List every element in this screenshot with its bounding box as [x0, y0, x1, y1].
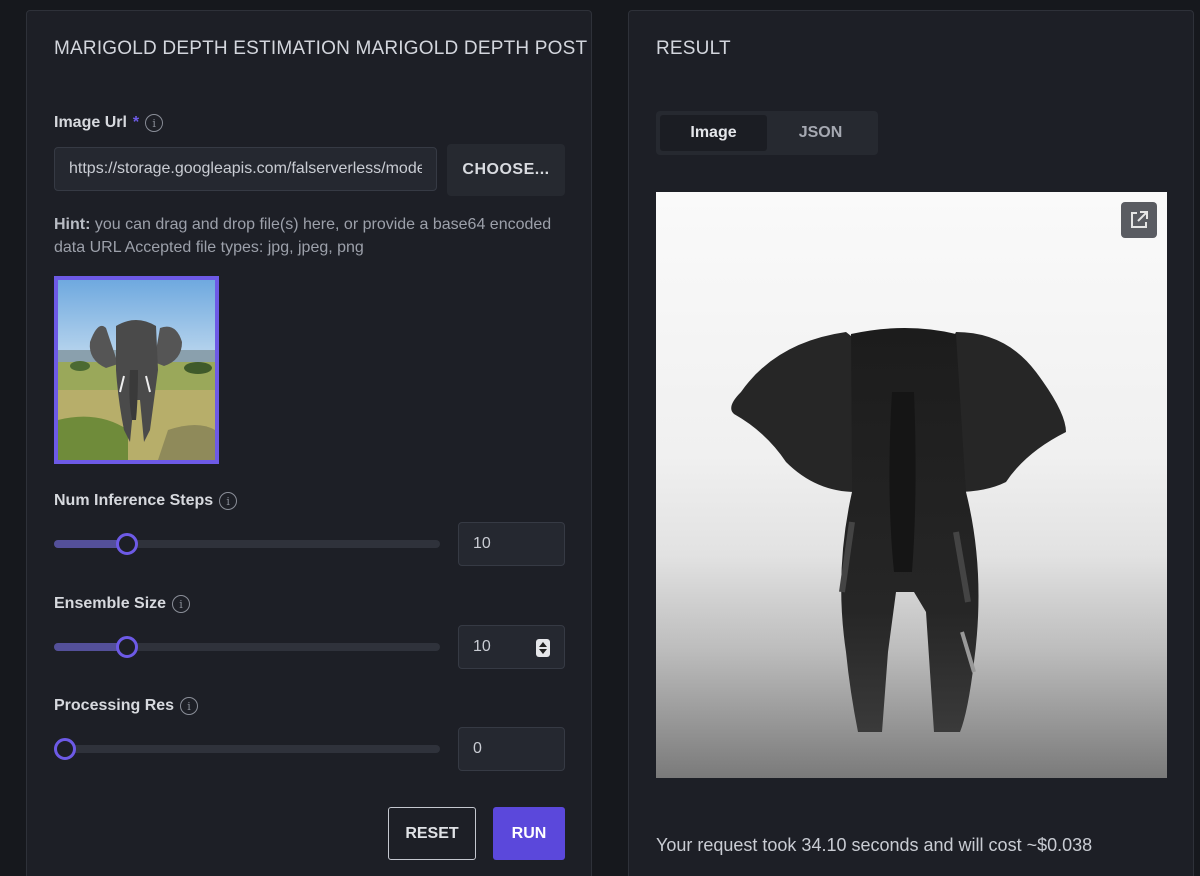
num-inference-steps-label-text: Num Inference Steps	[54, 492, 214, 509]
image-url-label: Image Url * i	[54, 114, 164, 132]
tab-image[interactable]: Image	[660, 115, 767, 151]
input-image-preview[interactable]	[54, 276, 219, 464]
processing-res-label-text: Processing Res	[54, 697, 175, 714]
info-icon[interactable]: i	[172, 595, 191, 613]
info-icon[interactable]: i	[219, 492, 238, 510]
input-panel: MARIGOLD DEPTH ESTIMATION MARIGOLD DEPTH…	[26, 10, 592, 876]
ensemble-size-input[interactable]: 10	[458, 625, 565, 669]
result-panel: RESULT Image JSON Your request took 34.1…	[628, 10, 1194, 876]
slider-handle[interactable]	[116, 533, 139, 555]
external-link-icon[interactable]	[1121, 202, 1157, 238]
form-title: MARIGOLD DEPTH ESTIMATION MARIGOLD DEPTH…	[54, 38, 588, 59]
num-inference-steps-input[interactable]: 10	[458, 522, 565, 566]
result-title: RESULT	[656, 38, 731, 59]
processing-res-input[interactable]: 0	[458, 727, 565, 771]
depth-map-image	[656, 192, 1167, 778]
ensemble-size-label-text: Ensemble Size	[54, 595, 167, 612]
ensemble-size-value: 10	[473, 638, 491, 655]
tab-json[interactable]: JSON	[767, 115, 874, 151]
num-inference-steps-label: Num Inference Steps i	[54, 492, 238, 510]
slider-handle[interactable]	[116, 636, 139, 658]
processing-res-label: Processing Res i	[54, 697, 199, 715]
request-summary: Your request took 34.10 seconds and will…	[656, 835, 1093, 855]
processing-res-slider[interactable]	[54, 738, 440, 760]
result-tabs: Image JSON	[656, 111, 878, 155]
image-url-label-text: Image Url	[54, 114, 127, 131]
required-mark: *	[132, 114, 140, 131]
info-icon[interactable]: i	[180, 697, 199, 715]
info-icon[interactable]: i	[145, 114, 164, 132]
elephant-photo-thumbnail	[58, 280, 215, 460]
num-inference-steps-slider[interactable]	[54, 533, 440, 555]
reset-button[interactable]: RESET	[388, 807, 476, 860]
ensemble-size-slider[interactable]	[54, 636, 440, 658]
upload-hint: Hint: you can drag and drop file(s) here…	[54, 213, 569, 259]
slider-handle[interactable]	[54, 738, 76, 760]
ensemble-size-label: Ensemble Size i	[54, 595, 191, 613]
hint-text: you can drag and drop file(s) here, or p…	[54, 216, 552, 256]
number-spinner-icon[interactable]	[536, 639, 550, 657]
depth-map-graphic	[656, 192, 1167, 778]
image-url-input[interactable]	[54, 147, 437, 191]
choose-file-button[interactable]: CHOOSE...	[447, 144, 565, 196]
run-button[interactable]: RUN	[493, 807, 565, 860]
processing-res-value: 0	[473, 740, 482, 757]
hint-prefix: Hint:	[54, 216, 91, 233]
num-inference-steps-value: 10	[473, 535, 491, 552]
